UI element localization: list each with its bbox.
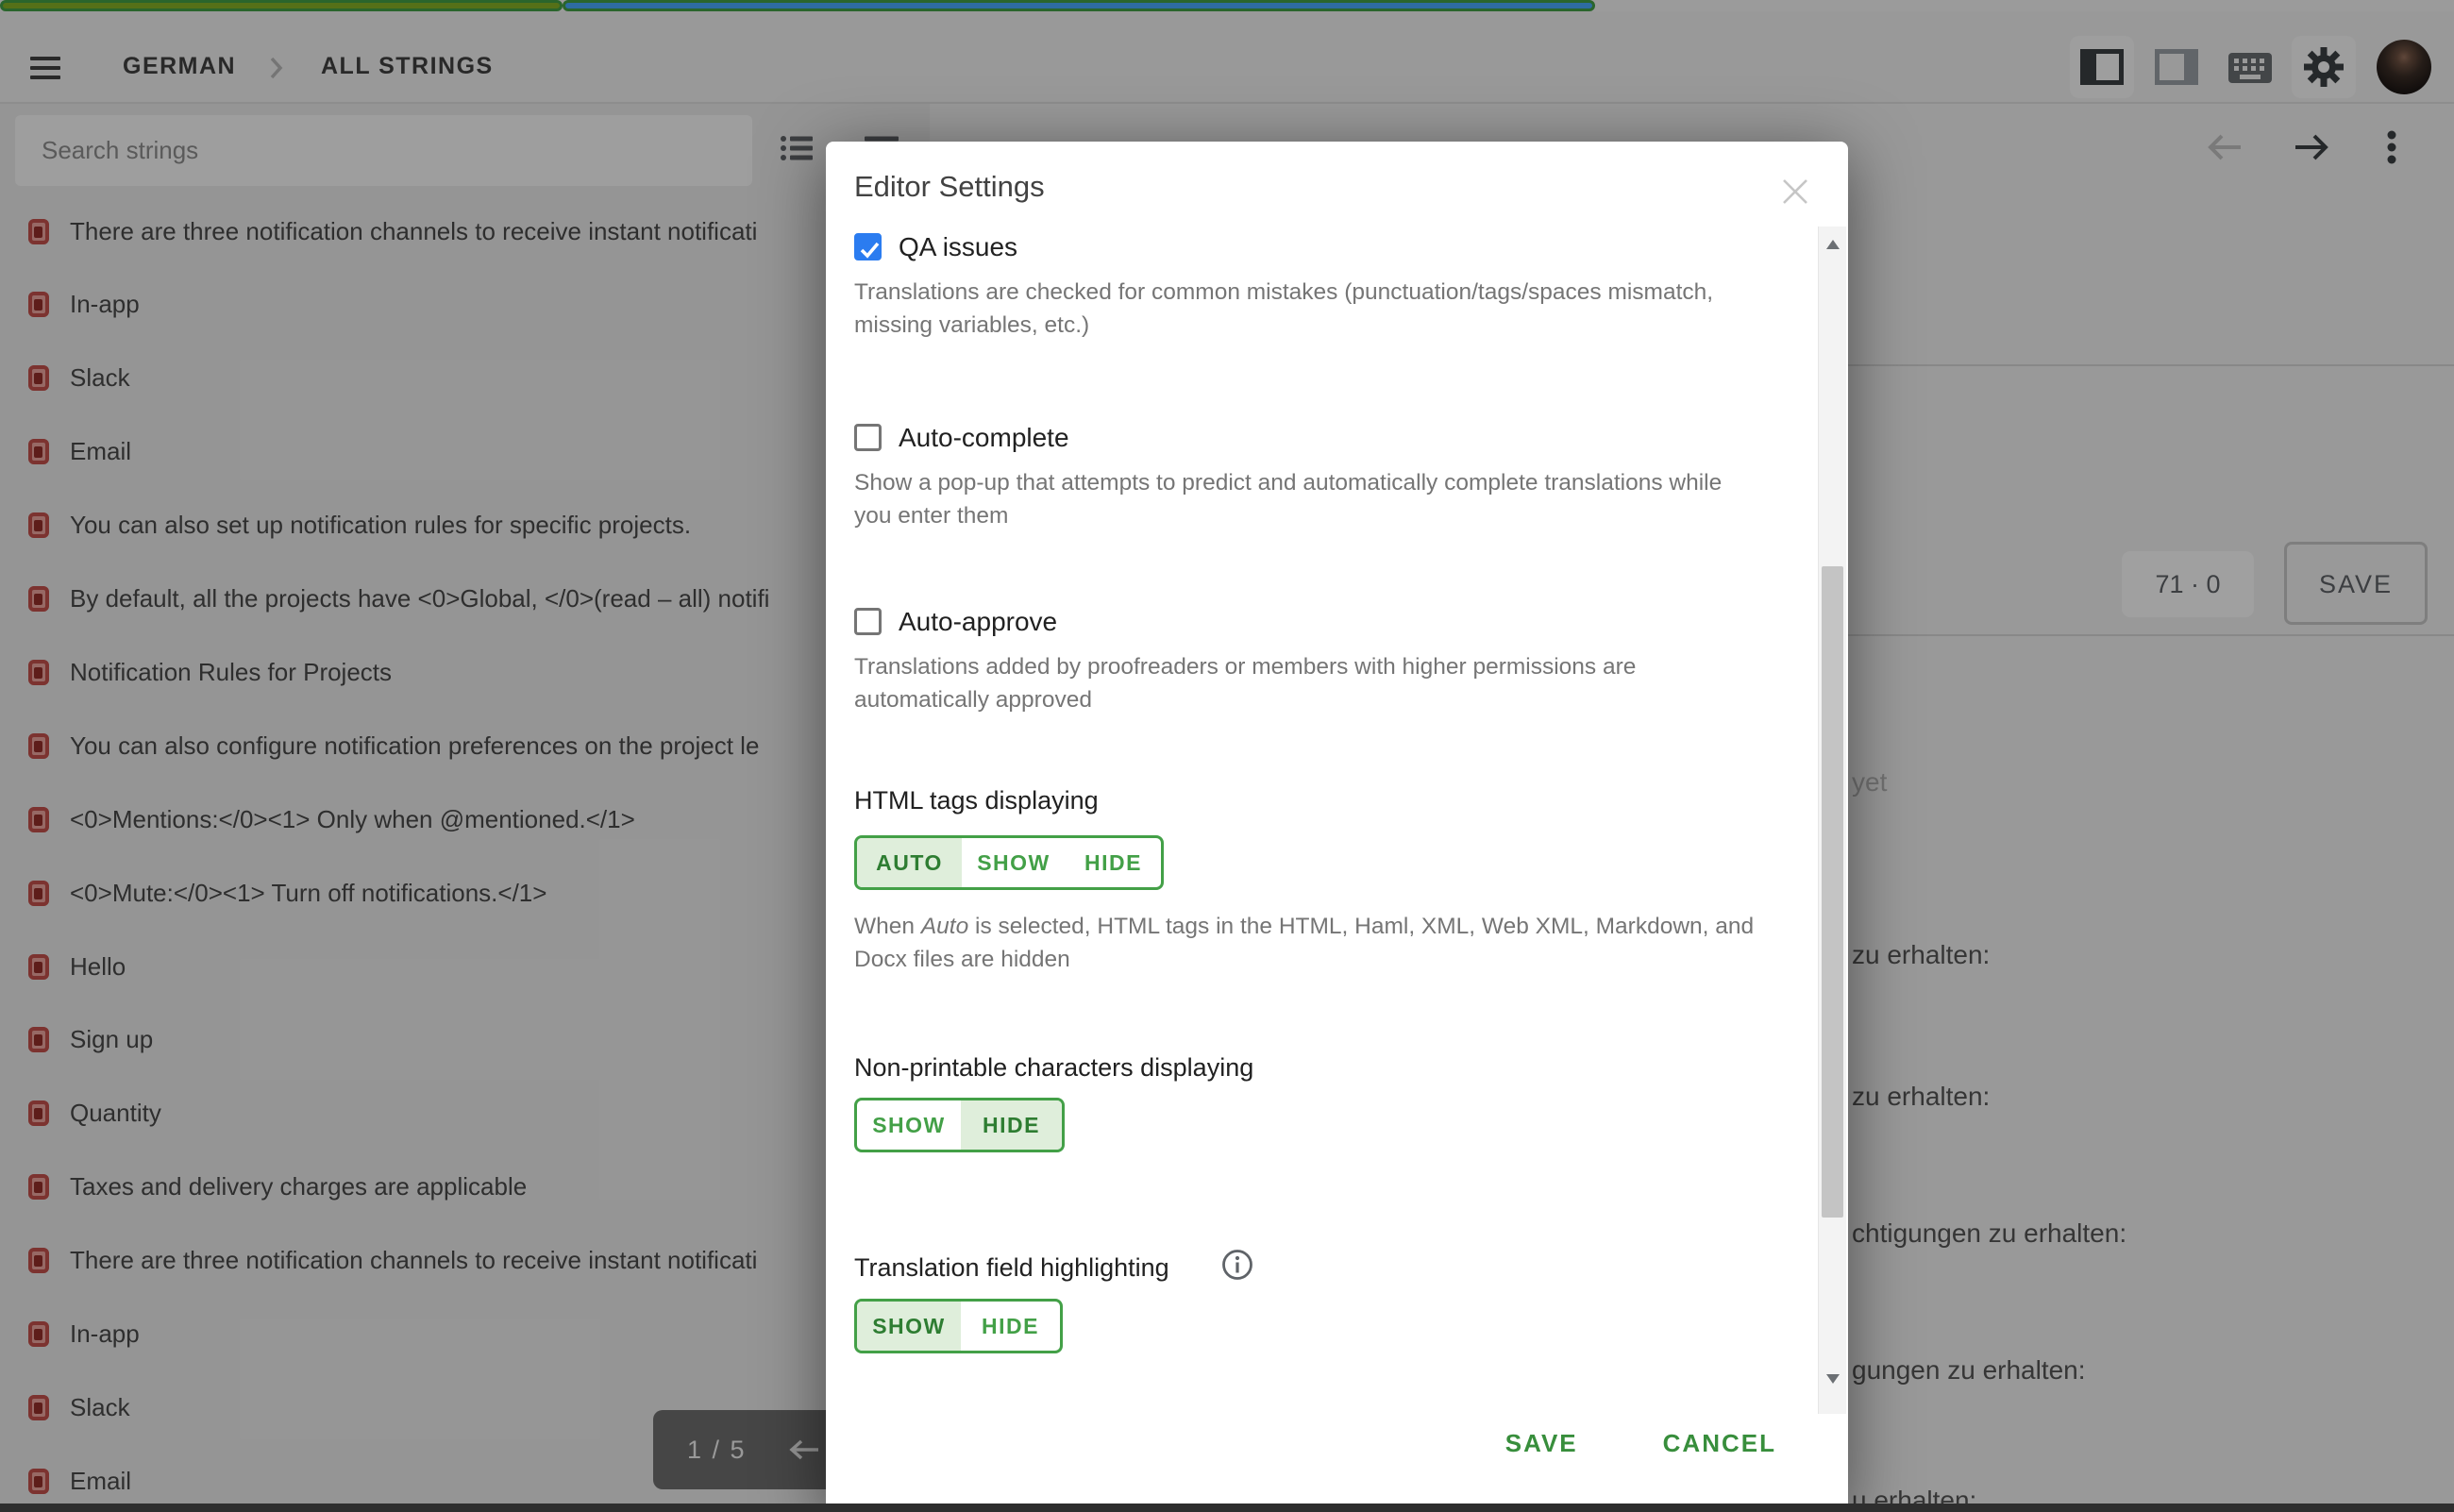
non-printable-option-show[interactable]: SHOW xyxy=(857,1100,961,1150)
scroll-up-icon[interactable] xyxy=(1826,240,1840,249)
html-tags-option-hide[interactable]: HIDE xyxy=(1066,838,1161,887)
modal-save-button[interactable]: SAVE xyxy=(1496,1423,1588,1464)
qa-issues-checkbox[interactable] xyxy=(854,233,882,260)
html-tags-option-auto[interactable]: AUTO xyxy=(857,838,962,887)
html-tags-heading: HTML tags displaying xyxy=(854,786,1099,815)
html-tags-option-show[interactable]: SHOW xyxy=(962,838,1066,887)
field-highlighting-option-hide[interactable]: HIDE xyxy=(961,1302,1060,1351)
info-icon[interactable] xyxy=(1220,1248,1254,1286)
modal-scrollbar[interactable] xyxy=(1818,227,1846,1414)
field-highlighting-toggle: SHOW HIDE xyxy=(854,1299,1063,1353)
non-printable-option-hide[interactable]: HIDE xyxy=(961,1100,1062,1150)
close-icon[interactable] xyxy=(1779,176,1811,208)
non-printable-toggle: SHOW HIDE xyxy=(854,1098,1065,1152)
auto-approve-label[interactable]: Auto-approve xyxy=(899,607,1057,637)
modal-actions: SAVE CANCEL xyxy=(1496,1423,1786,1464)
field-highlighting-heading: Translation field highlighting xyxy=(854,1253,1169,1283)
auto-approve-checkbox[interactable] xyxy=(854,608,882,635)
auto-complete-checkbox[interactable] xyxy=(854,424,882,451)
non-printable-heading: Non-printable characters displaying xyxy=(854,1053,1253,1083)
scrollbar-thumb[interactable] xyxy=(1822,566,1843,1218)
html-tags-description: When Auto is selected, HTML tags in the … xyxy=(854,910,1754,976)
html-tags-toggle: AUTO SHOW HIDE xyxy=(854,835,1164,890)
modal-title: Editor Settings xyxy=(854,170,1045,204)
app-screen: GERMAN ALL STRINGS xyxy=(0,0,2454,1512)
modal-cancel-button[interactable]: CANCEL xyxy=(1654,1423,1786,1464)
auto-approve-description: Translations added by proofreaders or me… xyxy=(854,650,1636,716)
auto-complete-label[interactable]: Auto-complete xyxy=(899,423,1069,453)
field-highlighting-option-show[interactable]: SHOW xyxy=(857,1302,961,1351)
auto-complete-description: Show a pop-up that attempts to predict a… xyxy=(854,466,1722,532)
qa-issues-description: Translations are checked for common mist… xyxy=(854,276,1713,342)
editor-settings-modal: Editor Settings QA issues Translations a… xyxy=(826,142,1848,1512)
scroll-down-icon[interactable] xyxy=(1826,1374,1840,1384)
qa-issues-label[interactable]: QA issues xyxy=(899,232,1017,262)
bottom-edge-strip xyxy=(0,1504,2454,1512)
